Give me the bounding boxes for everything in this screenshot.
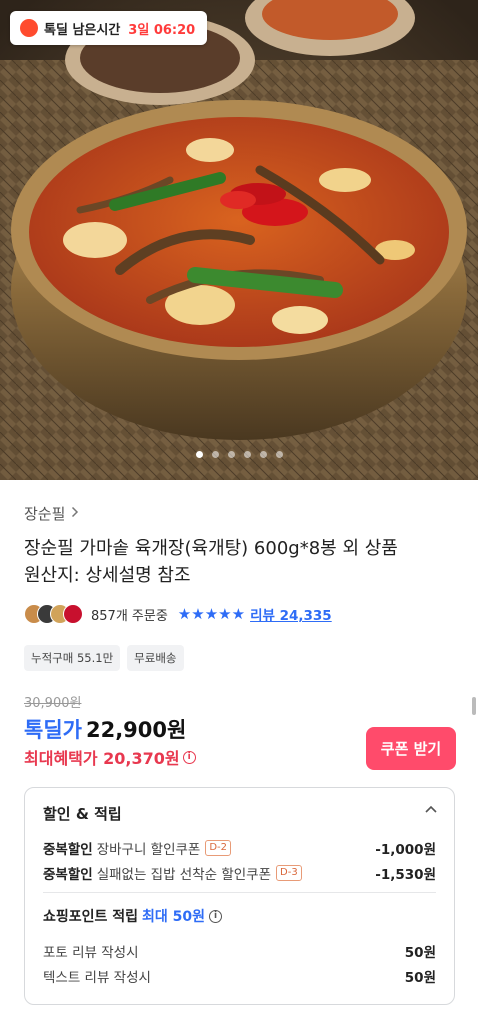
points-amount: 50원 bbox=[404, 945, 436, 961]
chevron-up-icon[interactable] bbox=[422, 801, 440, 819]
points-row: 텍스트 리뷰 작성시 50원 bbox=[43, 966, 436, 986]
d-day-badge: D-2 bbox=[205, 840, 232, 856]
avatar bbox=[63, 604, 83, 624]
product-origin: 원산지: 상세설명 참조 bbox=[24, 565, 191, 586]
tag-cumulative-purchases: 누적구매 55.1만 bbox=[24, 645, 121, 671]
deal-timer-badge: 톡딜 남은시간 3일 06:20 bbox=[10, 11, 208, 45]
brand-link[interactable]: 장순필 bbox=[24, 503, 79, 524]
product-title: 장순필 가마솥 육개장(육개탕) 600g*8봉 외 상품 원산지: 상세설명 … bbox=[24, 535, 454, 589]
deal-price-row: 톡딜가 22,900원 bbox=[24, 714, 186, 744]
product-image-carousel[interactable]: 톡딜 남은시간 3일 06:20 bbox=[0, 0, 478, 480]
discount-kind: 중복할인 bbox=[43, 842, 93, 858]
product-photo bbox=[0, 0, 478, 480]
discount-amount: -1,530원 bbox=[375, 867, 436, 883]
points-max: 최대 50원 bbox=[142, 909, 206, 925]
carousel-dot[interactable] bbox=[227, 451, 235, 458]
d-day-badge: D-3 bbox=[276, 865, 302, 881]
carousel-indicator bbox=[0, 451, 478, 458]
discount-panel-title: 할인 & 적립 bbox=[43, 805, 122, 823]
carousel-dot[interactable] bbox=[275, 451, 283, 458]
rating-stars: ★ ★ ★ ★ ★ bbox=[177, 604, 246, 623]
discount-panel: 할인 & 적립 중복할인 장바구니 할인쿠폰 D-2 -1,000원 중복할인 … bbox=[24, 787, 455, 1005]
points-label: 텍스트 리뷰 작성시 bbox=[43, 970, 151, 986]
deal-label: 톡딜가 bbox=[24, 718, 82, 742]
discount-row: 중복할인 실패없는 집밥 선착순 할인쿠폰 D-3 -1,530원 bbox=[43, 863, 436, 883]
star-icon: ★ bbox=[204, 604, 219, 623]
discount-kind: 중복할인 bbox=[43, 867, 93, 883]
discount-amount: -1,000원 bbox=[375, 842, 436, 858]
info-icon[interactable]: i bbox=[209, 909, 223, 923]
discount-row: 중복할인 장바구니 할인쿠폰 D-2 -1,000원 bbox=[43, 838, 436, 858]
brand-name: 장순필 bbox=[24, 505, 66, 523]
chevron-right-icon bbox=[71, 506, 79, 522]
points-title: 쇼핑포인트 적립 bbox=[43, 909, 139, 925]
info-icon[interactable]: i bbox=[182, 750, 196, 764]
star-icon: ★ bbox=[231, 604, 246, 623]
timer-value: 3일 06:20 bbox=[128, 22, 196, 38]
deal-price: 22,900원 bbox=[85, 718, 187, 742]
discount-desc: 장바구니 할인쿠폰 bbox=[96, 842, 201, 858]
max-benefit-row[interactable]: 최대혜택가 20,370원 i bbox=[24, 745, 196, 769]
points-header: 쇼핑포인트 적립 최대 50원 i bbox=[43, 906, 223, 926]
stats-row: 857개 주문중 ★ ★ ★ ★ ★ 리뷰 24,335 bbox=[24, 604, 332, 624]
points-row: 포토 리뷰 작성시 50원 bbox=[43, 941, 436, 961]
discount-desc: 실패없는 집밥 선착순 할인쿠폰 bbox=[96, 867, 272, 883]
order-count: 857개 주문중 bbox=[91, 608, 168, 624]
scrollbar-thumb[interactable] bbox=[472, 697, 476, 715]
original-price: 30,900원 bbox=[24, 696, 82, 711]
coupon-button[interactable]: 쿠폰 받기 bbox=[366, 727, 456, 770]
divider bbox=[43, 892, 436, 893]
tag-free-shipping: 무료배송 bbox=[127, 645, 184, 671]
carousel-dot[interactable] bbox=[211, 451, 219, 458]
star-icon: ★ bbox=[177, 604, 192, 623]
timer-label: 톡딜 남은시간 bbox=[44, 22, 121, 38]
review-link[interactable]: 리뷰 24,335 bbox=[250, 604, 332, 624]
product-tags: 누적구매 55.1만 무료배송 bbox=[24, 645, 184, 671]
carousel-dot[interactable] bbox=[259, 451, 267, 458]
star-icon: ★ bbox=[218, 604, 232, 623]
buyer-avatars bbox=[24, 604, 83, 624]
carousel-dot[interactable] bbox=[195, 451, 203, 458]
max-benefit-price: 최대혜택가 20,370원 bbox=[24, 749, 180, 768]
product-name: 장순필 가마솥 육개장(육개탕) 600g*8봉 외 상품 bbox=[24, 538, 398, 559]
points-amount: 50원 bbox=[404, 970, 436, 986]
clock-icon bbox=[10, 11, 38, 37]
star-icon: ★ bbox=[191, 604, 205, 623]
carousel-dot[interactable] bbox=[243, 451, 251, 458]
points-label: 포토 리뷰 작성시 bbox=[43, 945, 139, 961]
